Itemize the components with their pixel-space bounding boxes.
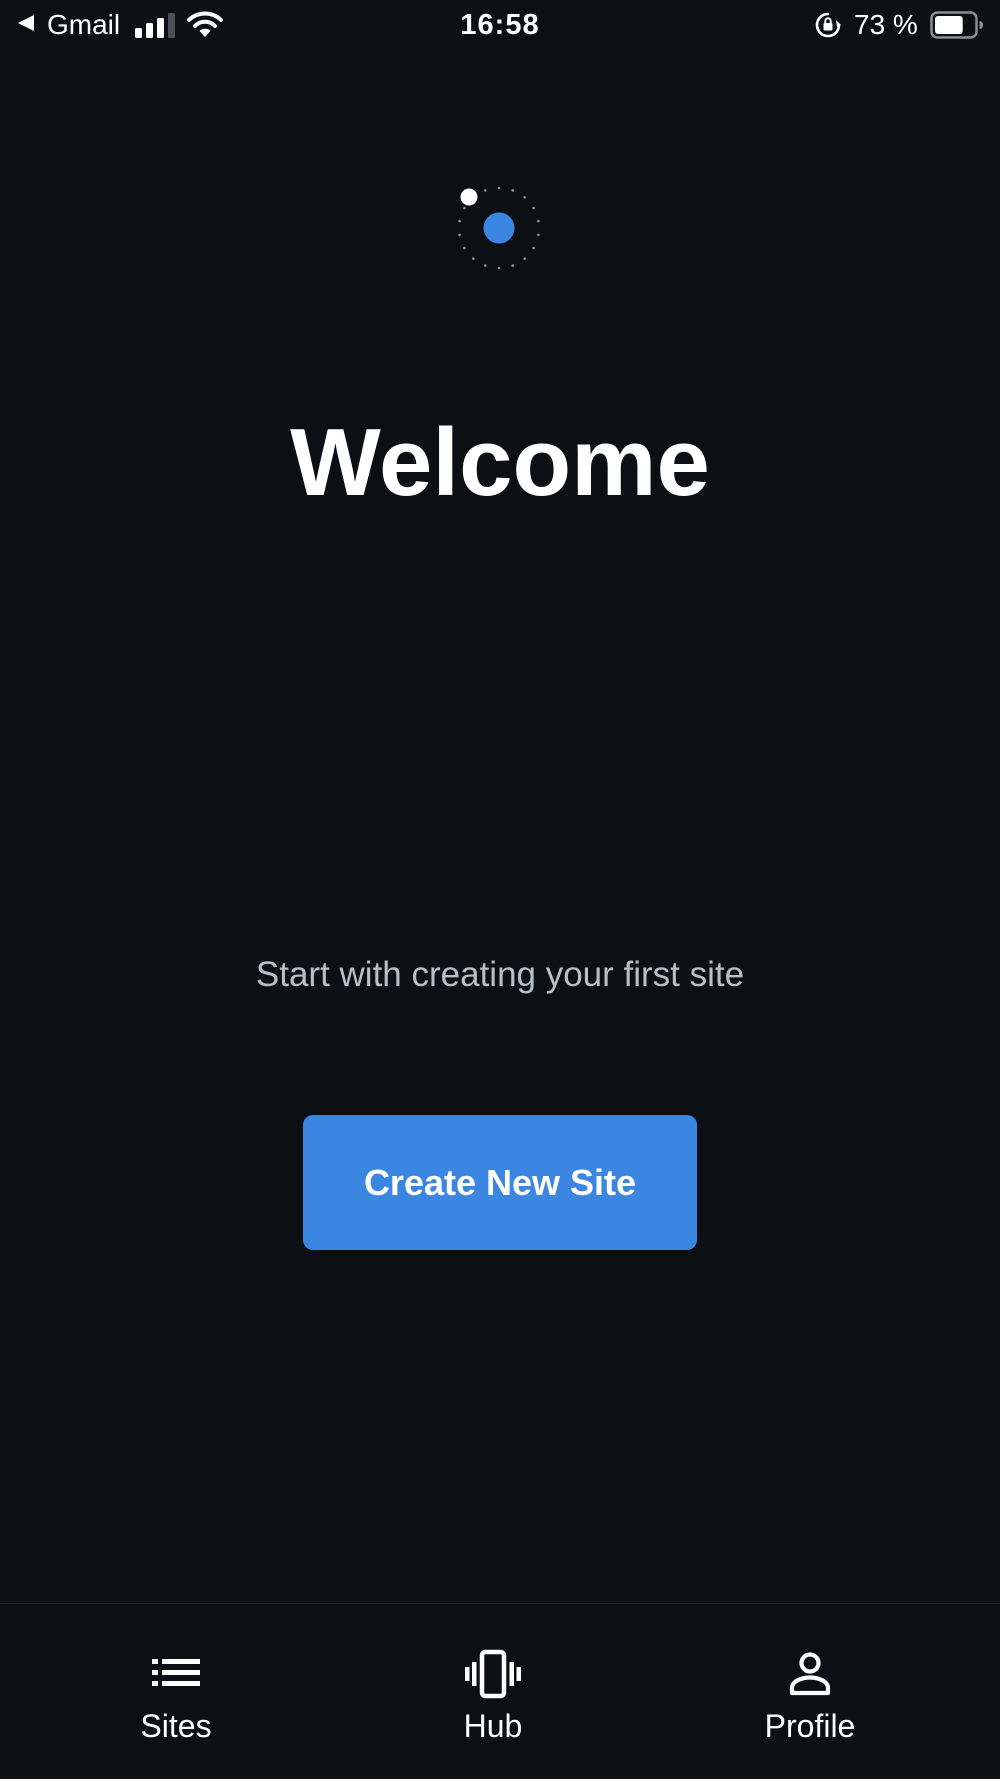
tab-hub-label: Hub [463,1708,523,1744]
spinner-dot [537,219,540,223]
tab-sites[interactable]: Sites [66,1604,286,1779]
spinner-dot [532,206,535,210]
status-time: 16:58 [460,9,540,41]
page-title: Welcome [290,409,710,516]
spinner-dot [484,189,487,192]
vibrating-device-icon [465,1649,521,1699]
bottom-tab-bar: Sites Hub Profile [0,1603,1000,1779]
spinner-dot [463,206,466,210]
spinner-dot [537,233,540,237]
person-icon [789,1652,831,1696]
status-bar: Gmail 16:58 73 % [0,0,1000,50]
tab-hub[interactable]: Hub [383,1604,603,1779]
tab-profile[interactable]: Profile [700,1604,920,1779]
spinner-dot [463,246,466,250]
tab-profile-label: Profile [764,1708,856,1744]
spinner-dot [511,264,514,267]
orientation-lock-icon [815,12,841,38]
spinner-dot [458,233,461,237]
spinner-dot [484,264,487,267]
spinner-dot [511,189,514,192]
spinner-dot [532,246,535,250]
spinner-dot [523,257,526,260]
list-icon [152,1659,200,1686]
spinner-dot [458,219,461,223]
battery-percent: 73 % [854,9,918,40]
page-subtitle: Start with creating your first site [255,955,745,994]
battery-icon [930,11,983,39]
loading-spinner-logo-icon [458,186,540,270]
spinner-dot [497,266,501,270]
spinner-dot [497,186,501,190]
spinner-dot [523,196,526,199]
create-new-site-button[interactable]: Create New Site [303,1115,697,1250]
spinner-dot [472,257,475,260]
tab-sites-label: Sites [140,1708,212,1744]
